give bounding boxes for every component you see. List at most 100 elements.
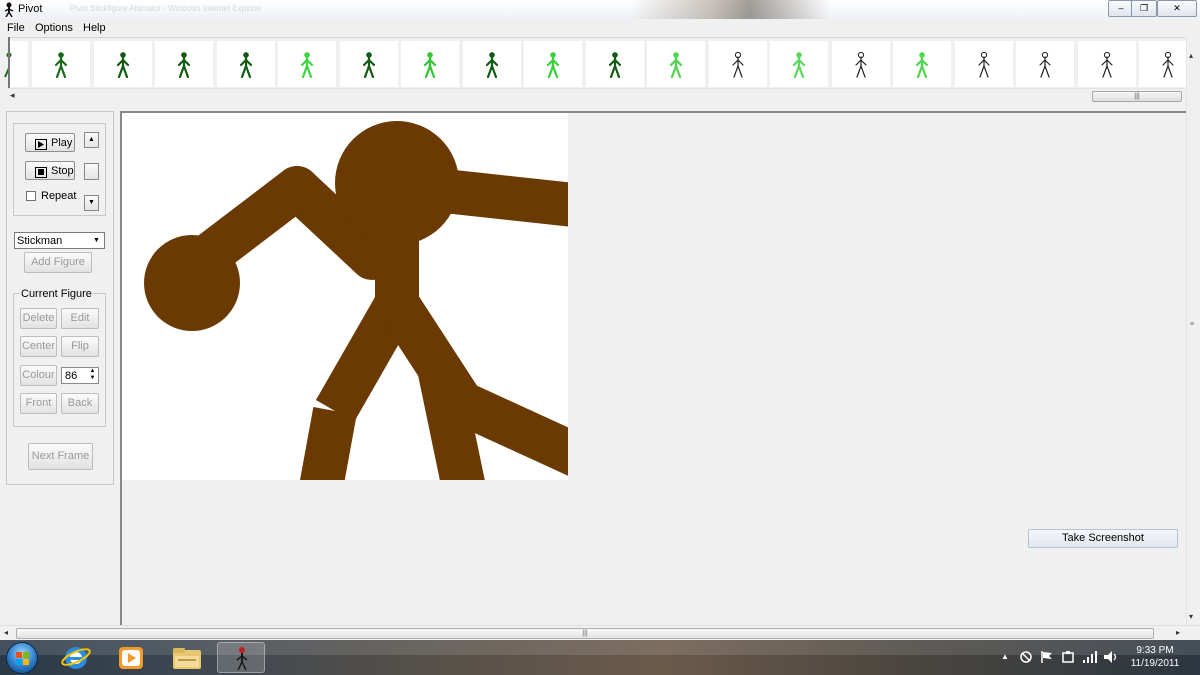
media-player-taskbar-button[interactable] bbox=[107, 642, 155, 673]
scroll-left-icon[interactable]: ◂ bbox=[10, 90, 15, 101]
colour-button[interactable]: Colour bbox=[20, 365, 57, 386]
pivot-stickman-icon bbox=[236, 647, 248, 671]
frame-thumbnail[interactable] bbox=[524, 41, 582, 87]
main-vertical-scrollbar[interactable]: ▴ ≡ ▾ bbox=[1186, 37, 1200, 625]
play-button[interactable]: Play bbox=[25, 133, 75, 152]
tray-app-icon[interactable] bbox=[1018, 650, 1034, 664]
speed-down-icon[interactable]: ▼ bbox=[84, 195, 99, 211]
explorer-taskbar-button[interactable] bbox=[163, 642, 211, 673]
tray-overflow-icon[interactable]: ▲ bbox=[1001, 652, 1009, 661]
frame-thumbnail[interactable] bbox=[893, 41, 951, 87]
stop-icon bbox=[35, 167, 47, 178]
vertical-scroll-grip[interactable]: ≡ bbox=[1190, 321, 1194, 328]
scroll-right-icon[interactable]: ▸ bbox=[1176, 628, 1180, 637]
frame-stickman-icon bbox=[915, 52, 929, 78]
frame-thumbnail[interactable] bbox=[708, 41, 767, 87]
stickman-hand-joint[interactable] bbox=[144, 235, 240, 331]
frame-stickman-icon bbox=[546, 52, 560, 78]
frame-stickman-icon bbox=[1162, 52, 1174, 78]
frame-thumbnail[interactable] bbox=[831, 41, 890, 87]
speed-up-icon[interactable]: ▲ bbox=[84, 132, 99, 148]
frame-stickman-icon bbox=[423, 52, 437, 78]
take-screenshot-button[interactable]: Take Screenshot bbox=[1028, 529, 1178, 548]
repeat-checkbox[interactable] bbox=[26, 191, 36, 201]
speed-scroll-thumb[interactable] bbox=[84, 163, 99, 180]
main-horizontal-scroll-thumb[interactable]: ||| bbox=[16, 628, 1154, 639]
frame-thumbnail[interactable] bbox=[585, 41, 644, 87]
frame-thumbnail[interactable] bbox=[278, 41, 336, 87]
frames-strip bbox=[4, 37, 1197, 87]
back-button[interactable]: Back bbox=[61, 393, 99, 414]
figure-type-select[interactable]: Stickman ▼ bbox=[14, 232, 105, 249]
close-button[interactable]: ✕ bbox=[1157, 0, 1197, 17]
frame-thumbnail[interactable] bbox=[647, 41, 705, 87]
pivot-app-icon bbox=[4, 2, 14, 17]
frame-stickman-icon bbox=[669, 52, 683, 78]
stop-label: Stop bbox=[51, 165, 74, 177]
frame-stickman-icon bbox=[608, 52, 621, 78]
clock-time: 9:33 PM bbox=[1136, 645, 1174, 656]
menu-file[interactable]: File bbox=[7, 22, 25, 34]
main-horizontal-scrollbar[interactable]: ◂ ||| ▸ bbox=[0, 625, 1200, 640]
frame-thumbnail[interactable] bbox=[401, 41, 459, 87]
frame-stickman-icon bbox=[177, 52, 191, 78]
frames-scrollbar[interactable]: ◂ ||| bbox=[8, 88, 1185, 102]
wallpaper-peek bbox=[630, 0, 830, 19]
action-center-flag-icon[interactable] bbox=[1040, 650, 1054, 664]
scroll-left-icon[interactable]: ◂ bbox=[4, 628, 8, 637]
add-figure-button[interactable]: Add Figure bbox=[24, 252, 92, 273]
clock-date: 11/19/2011 bbox=[1130, 658, 1180, 669]
frame-stickman-icon bbox=[792, 52, 806, 78]
system-clock[interactable]: 9:33 PM 11/19/2011 bbox=[1124, 644, 1186, 670]
frame-thumbnail[interactable] bbox=[770, 41, 828, 87]
frame-thumbnail[interactable] bbox=[339, 41, 398, 87]
edit-button[interactable]: Edit bbox=[61, 308, 99, 329]
frame-thumbnail[interactable] bbox=[954, 41, 1013, 87]
flip-button[interactable]: Flip bbox=[61, 336, 99, 357]
frame-thumbnail[interactable] bbox=[4, 41, 28, 87]
colour-spinner[interactable]: 86 ▲ ▼ bbox=[61, 367, 99, 384]
stop-button[interactable]: Stop bbox=[25, 161, 75, 180]
folder-icon bbox=[173, 648, 201, 669]
internet-explorer-taskbar-button[interactable] bbox=[52, 642, 100, 673]
network-signal-icon[interactable] bbox=[1082, 650, 1098, 664]
front-button[interactable]: Front bbox=[20, 393, 57, 414]
menu-options[interactable]: Options bbox=[35, 22, 73, 34]
frame-thumbnail[interactable] bbox=[462, 41, 521, 87]
frame-stickman-icon bbox=[362, 52, 375, 78]
play-icon bbox=[35, 139, 47, 150]
media-player-icon bbox=[119, 647, 143, 669]
title-bar: Pivot Pivot Stickfigure Animator - Windo… bbox=[0, 0, 1200, 19]
frame-thumbnail[interactable] bbox=[32, 41, 90, 87]
frames-scroll-thumb[interactable]: ||| bbox=[1092, 91, 1182, 102]
frame-thumbnail[interactable] bbox=[1077, 41, 1136, 87]
speed-scrollbar[interactable]: ▲ ▼ bbox=[84, 132, 99, 211]
restore-button[interactable]: ❐ bbox=[1131, 0, 1157, 17]
center-button[interactable]: Center bbox=[20, 336, 57, 357]
stickman-shin-left[interactable] bbox=[300, 407, 357, 480]
chevron-down-icon[interactable]: ▼ bbox=[90, 234, 103, 247]
frame-stickman-icon bbox=[854, 52, 867, 78]
frame-thumbnail[interactable] bbox=[216, 41, 275, 87]
start-button[interactable] bbox=[6, 642, 38, 674]
frame-thumbnail[interactable] bbox=[155, 41, 213, 87]
volume-icon[interactable] bbox=[1103, 650, 1119, 664]
frame-stickman-icon bbox=[239, 52, 252, 78]
current-figure-title: Current Figure bbox=[20, 288, 93, 300]
spinner-arrows-icon[interactable]: ▲ ▼ bbox=[87, 368, 98, 383]
power-icon[interactable] bbox=[1061, 650, 1075, 664]
menu-help[interactable]: Help bbox=[83, 22, 106, 34]
stickman-head[interactable] bbox=[335, 121, 459, 245]
delete-button[interactable]: Delete bbox=[20, 308, 57, 329]
windows-taskbar: ▲ 9:33 PM 11/19/2011 bbox=[0, 640, 1200, 675]
next-frame-button[interactable]: Next Frame bbox=[28, 443, 93, 470]
animation-canvas[interactable] bbox=[122, 113, 568, 480]
stickman-figure[interactable] bbox=[122, 113, 568, 480]
frame-thumbnail[interactable] bbox=[1016, 41, 1074, 87]
scroll-down-icon[interactable]: ▾ bbox=[1189, 612, 1193, 621]
background-window-title: Pivot Stickfigure Animator - Windows Int… bbox=[70, 4, 263, 13]
scroll-up-icon[interactable]: ▴ bbox=[1189, 51, 1193, 60]
frame-thumbnail[interactable] bbox=[93, 41, 152, 87]
pivot-taskbar-button[interactable] bbox=[217, 642, 265, 673]
frame-stickman-icon bbox=[1039, 52, 1051, 78]
